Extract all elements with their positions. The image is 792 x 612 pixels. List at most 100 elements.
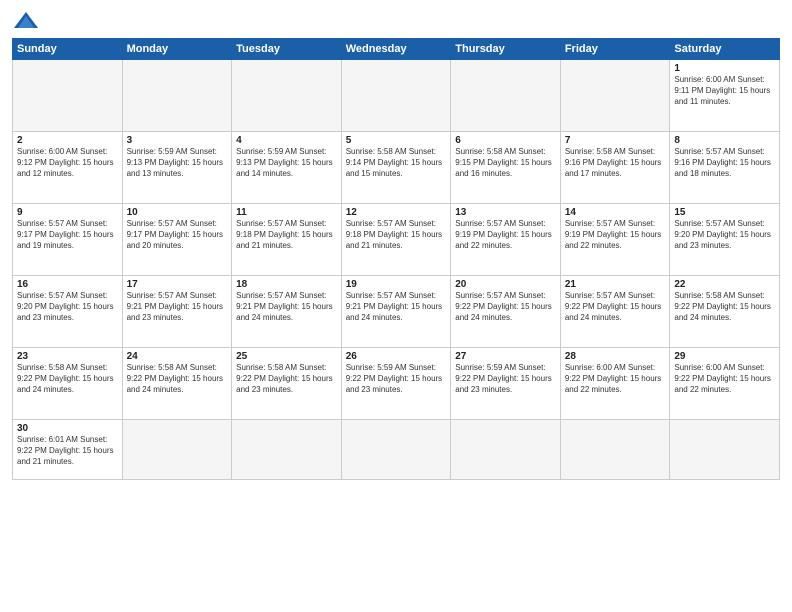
day-info: Sunrise: 5:57 AM Sunset: 9:18 PM Dayligh… [346, 219, 447, 251]
calendar-cell: 10Sunrise: 5:57 AM Sunset: 9:17 PM Dayli… [122, 204, 232, 276]
calendar-cell: 2Sunrise: 6:00 AM Sunset: 9:12 PM Daylig… [13, 132, 123, 204]
day-number: 6 [455, 135, 556, 146]
day-number: 8 [674, 135, 775, 146]
weekday-header-wednesday: Wednesday [341, 39, 451, 60]
logo-icon [12, 10, 40, 32]
day-number: 5 [346, 135, 447, 146]
calendar-cell [560, 420, 670, 480]
day-number: 9 [17, 207, 118, 218]
day-number: 28 [565, 351, 666, 362]
week-row-6: 30Sunrise: 6:01 AM Sunset: 9:22 PM Dayli… [13, 420, 780, 480]
day-info: Sunrise: 5:57 AM Sunset: 9:21 PM Dayligh… [236, 291, 337, 323]
calendar-cell [122, 60, 232, 132]
calendar-cell: 11Sunrise: 5:57 AM Sunset: 9:18 PM Dayli… [232, 204, 342, 276]
calendar-cell: 30Sunrise: 6:01 AM Sunset: 9:22 PM Dayli… [13, 420, 123, 480]
week-row-3: 9Sunrise: 5:57 AM Sunset: 9:17 PM Daylig… [13, 204, 780, 276]
calendar-cell [13, 60, 123, 132]
day-number: 25 [236, 351, 337, 362]
day-number: 18 [236, 279, 337, 290]
calendar-cell: 22Sunrise: 5:58 AM Sunset: 9:22 PM Dayli… [670, 276, 780, 348]
calendar-cell: 4Sunrise: 5:59 AM Sunset: 9:13 PM Daylig… [232, 132, 342, 204]
day-info: Sunrise: 5:57 AM Sunset: 9:17 PM Dayligh… [127, 219, 228, 251]
day-number: 10 [127, 207, 228, 218]
day-number: 20 [455, 279, 556, 290]
day-info: Sunrise: 6:00 AM Sunset: 9:11 PM Dayligh… [674, 75, 775, 107]
day-info: Sunrise: 5:57 AM Sunset: 9:17 PM Dayligh… [17, 219, 118, 251]
calendar-cell: 23Sunrise: 5:58 AM Sunset: 9:22 PM Dayli… [13, 348, 123, 420]
day-info: Sunrise: 5:58 AM Sunset: 9:14 PM Dayligh… [346, 147, 447, 179]
calendar-cell: 9Sunrise: 5:57 AM Sunset: 9:17 PM Daylig… [13, 204, 123, 276]
calendar-table: SundayMondayTuesdayWednesdayThursdayFrid… [12, 38, 780, 480]
day-number: 14 [565, 207, 666, 218]
day-info: Sunrise: 5:58 AM Sunset: 9:22 PM Dayligh… [674, 291, 775, 323]
day-number: 13 [455, 207, 556, 218]
day-info: Sunrise: 5:58 AM Sunset: 9:22 PM Dayligh… [236, 363, 337, 395]
week-row-4: 16Sunrise: 5:57 AM Sunset: 9:20 PM Dayli… [13, 276, 780, 348]
day-info: Sunrise: 5:57 AM Sunset: 9:19 PM Dayligh… [565, 219, 666, 251]
day-info: Sunrise: 5:59 AM Sunset: 9:13 PM Dayligh… [236, 147, 337, 179]
calendar-cell [232, 420, 342, 480]
day-number: 4 [236, 135, 337, 146]
week-row-2: 2Sunrise: 6:00 AM Sunset: 9:12 PM Daylig… [13, 132, 780, 204]
day-number: 21 [565, 279, 666, 290]
day-info: Sunrise: 5:58 AM Sunset: 9:16 PM Dayligh… [565, 147, 666, 179]
weekday-header-friday: Friday [560, 39, 670, 60]
calendar-cell: 14Sunrise: 5:57 AM Sunset: 9:19 PM Dayli… [560, 204, 670, 276]
calendar-cell: 1Sunrise: 6:00 AM Sunset: 9:11 PM Daylig… [670, 60, 780, 132]
day-number: 23 [17, 351, 118, 362]
calendar-cell [122, 420, 232, 480]
page: SundayMondayTuesdayWednesdayThursdayFrid… [0, 0, 792, 612]
day-number: 2 [17, 135, 118, 146]
logo [12, 10, 44, 32]
day-info: Sunrise: 5:57 AM Sunset: 9:22 PM Dayligh… [455, 291, 556, 323]
day-number: 19 [346, 279, 447, 290]
day-info: Sunrise: 6:00 AM Sunset: 9:22 PM Dayligh… [565, 363, 666, 395]
day-info: Sunrise: 5:57 AM Sunset: 9:16 PM Dayligh… [674, 147, 775, 179]
day-info: Sunrise: 5:57 AM Sunset: 9:21 PM Dayligh… [127, 291, 228, 323]
day-number: 24 [127, 351, 228, 362]
calendar-cell: 27Sunrise: 5:59 AM Sunset: 9:22 PM Dayli… [451, 348, 561, 420]
day-info: Sunrise: 5:59 AM Sunset: 9:13 PM Dayligh… [127, 147, 228, 179]
calendar-cell: 24Sunrise: 5:58 AM Sunset: 9:22 PM Dayli… [122, 348, 232, 420]
day-number: 11 [236, 207, 337, 218]
calendar-cell [451, 420, 561, 480]
day-number: 15 [674, 207, 775, 218]
calendar-cell: 15Sunrise: 5:57 AM Sunset: 9:20 PM Dayli… [670, 204, 780, 276]
day-number: 26 [346, 351, 447, 362]
day-info: Sunrise: 5:57 AM Sunset: 9:20 PM Dayligh… [674, 219, 775, 251]
calendar-cell: 29Sunrise: 6:00 AM Sunset: 9:22 PM Dayli… [670, 348, 780, 420]
calendar-header: SundayMondayTuesdayWednesdayThursdayFrid… [13, 39, 780, 60]
week-row-5: 23Sunrise: 5:58 AM Sunset: 9:22 PM Dayli… [13, 348, 780, 420]
header [12, 10, 780, 32]
day-number: 16 [17, 279, 118, 290]
day-number: 7 [565, 135, 666, 146]
day-number: 22 [674, 279, 775, 290]
calendar-cell: 13Sunrise: 5:57 AM Sunset: 9:19 PM Dayli… [451, 204, 561, 276]
week-row-1: 1Sunrise: 6:00 AM Sunset: 9:11 PM Daylig… [13, 60, 780, 132]
weekday-header-sunday: Sunday [13, 39, 123, 60]
calendar-cell: 21Sunrise: 5:57 AM Sunset: 9:22 PM Dayli… [560, 276, 670, 348]
day-number: 3 [127, 135, 228, 146]
day-number: 30 [17, 423, 118, 434]
calendar-cell: 19Sunrise: 5:57 AM Sunset: 9:21 PM Dayli… [341, 276, 451, 348]
day-info: Sunrise: 5:59 AM Sunset: 9:22 PM Dayligh… [455, 363, 556, 395]
calendar-cell: 7Sunrise: 5:58 AM Sunset: 9:16 PM Daylig… [560, 132, 670, 204]
day-info: Sunrise: 5:57 AM Sunset: 9:18 PM Dayligh… [236, 219, 337, 251]
day-info: Sunrise: 5:57 AM Sunset: 9:21 PM Dayligh… [346, 291, 447, 323]
calendar-cell: 6Sunrise: 5:58 AM Sunset: 9:15 PM Daylig… [451, 132, 561, 204]
calendar-cell: 28Sunrise: 6:00 AM Sunset: 9:22 PM Dayli… [560, 348, 670, 420]
weekday-header-thursday: Thursday [451, 39, 561, 60]
weekday-header-monday: Monday [122, 39, 232, 60]
calendar-cell [560, 60, 670, 132]
calendar-cell [670, 420, 780, 480]
day-info: Sunrise: 5:57 AM Sunset: 9:20 PM Dayligh… [17, 291, 118, 323]
day-info: Sunrise: 5:59 AM Sunset: 9:22 PM Dayligh… [346, 363, 447, 395]
day-number: 29 [674, 351, 775, 362]
calendar-cell [451, 60, 561, 132]
day-info: Sunrise: 5:57 AM Sunset: 9:19 PM Dayligh… [455, 219, 556, 251]
day-number: 17 [127, 279, 228, 290]
calendar-cell [341, 60, 451, 132]
day-number: 27 [455, 351, 556, 362]
calendar-cell: 18Sunrise: 5:57 AM Sunset: 9:21 PM Dayli… [232, 276, 342, 348]
day-info: Sunrise: 5:58 AM Sunset: 9:22 PM Dayligh… [17, 363, 118, 395]
